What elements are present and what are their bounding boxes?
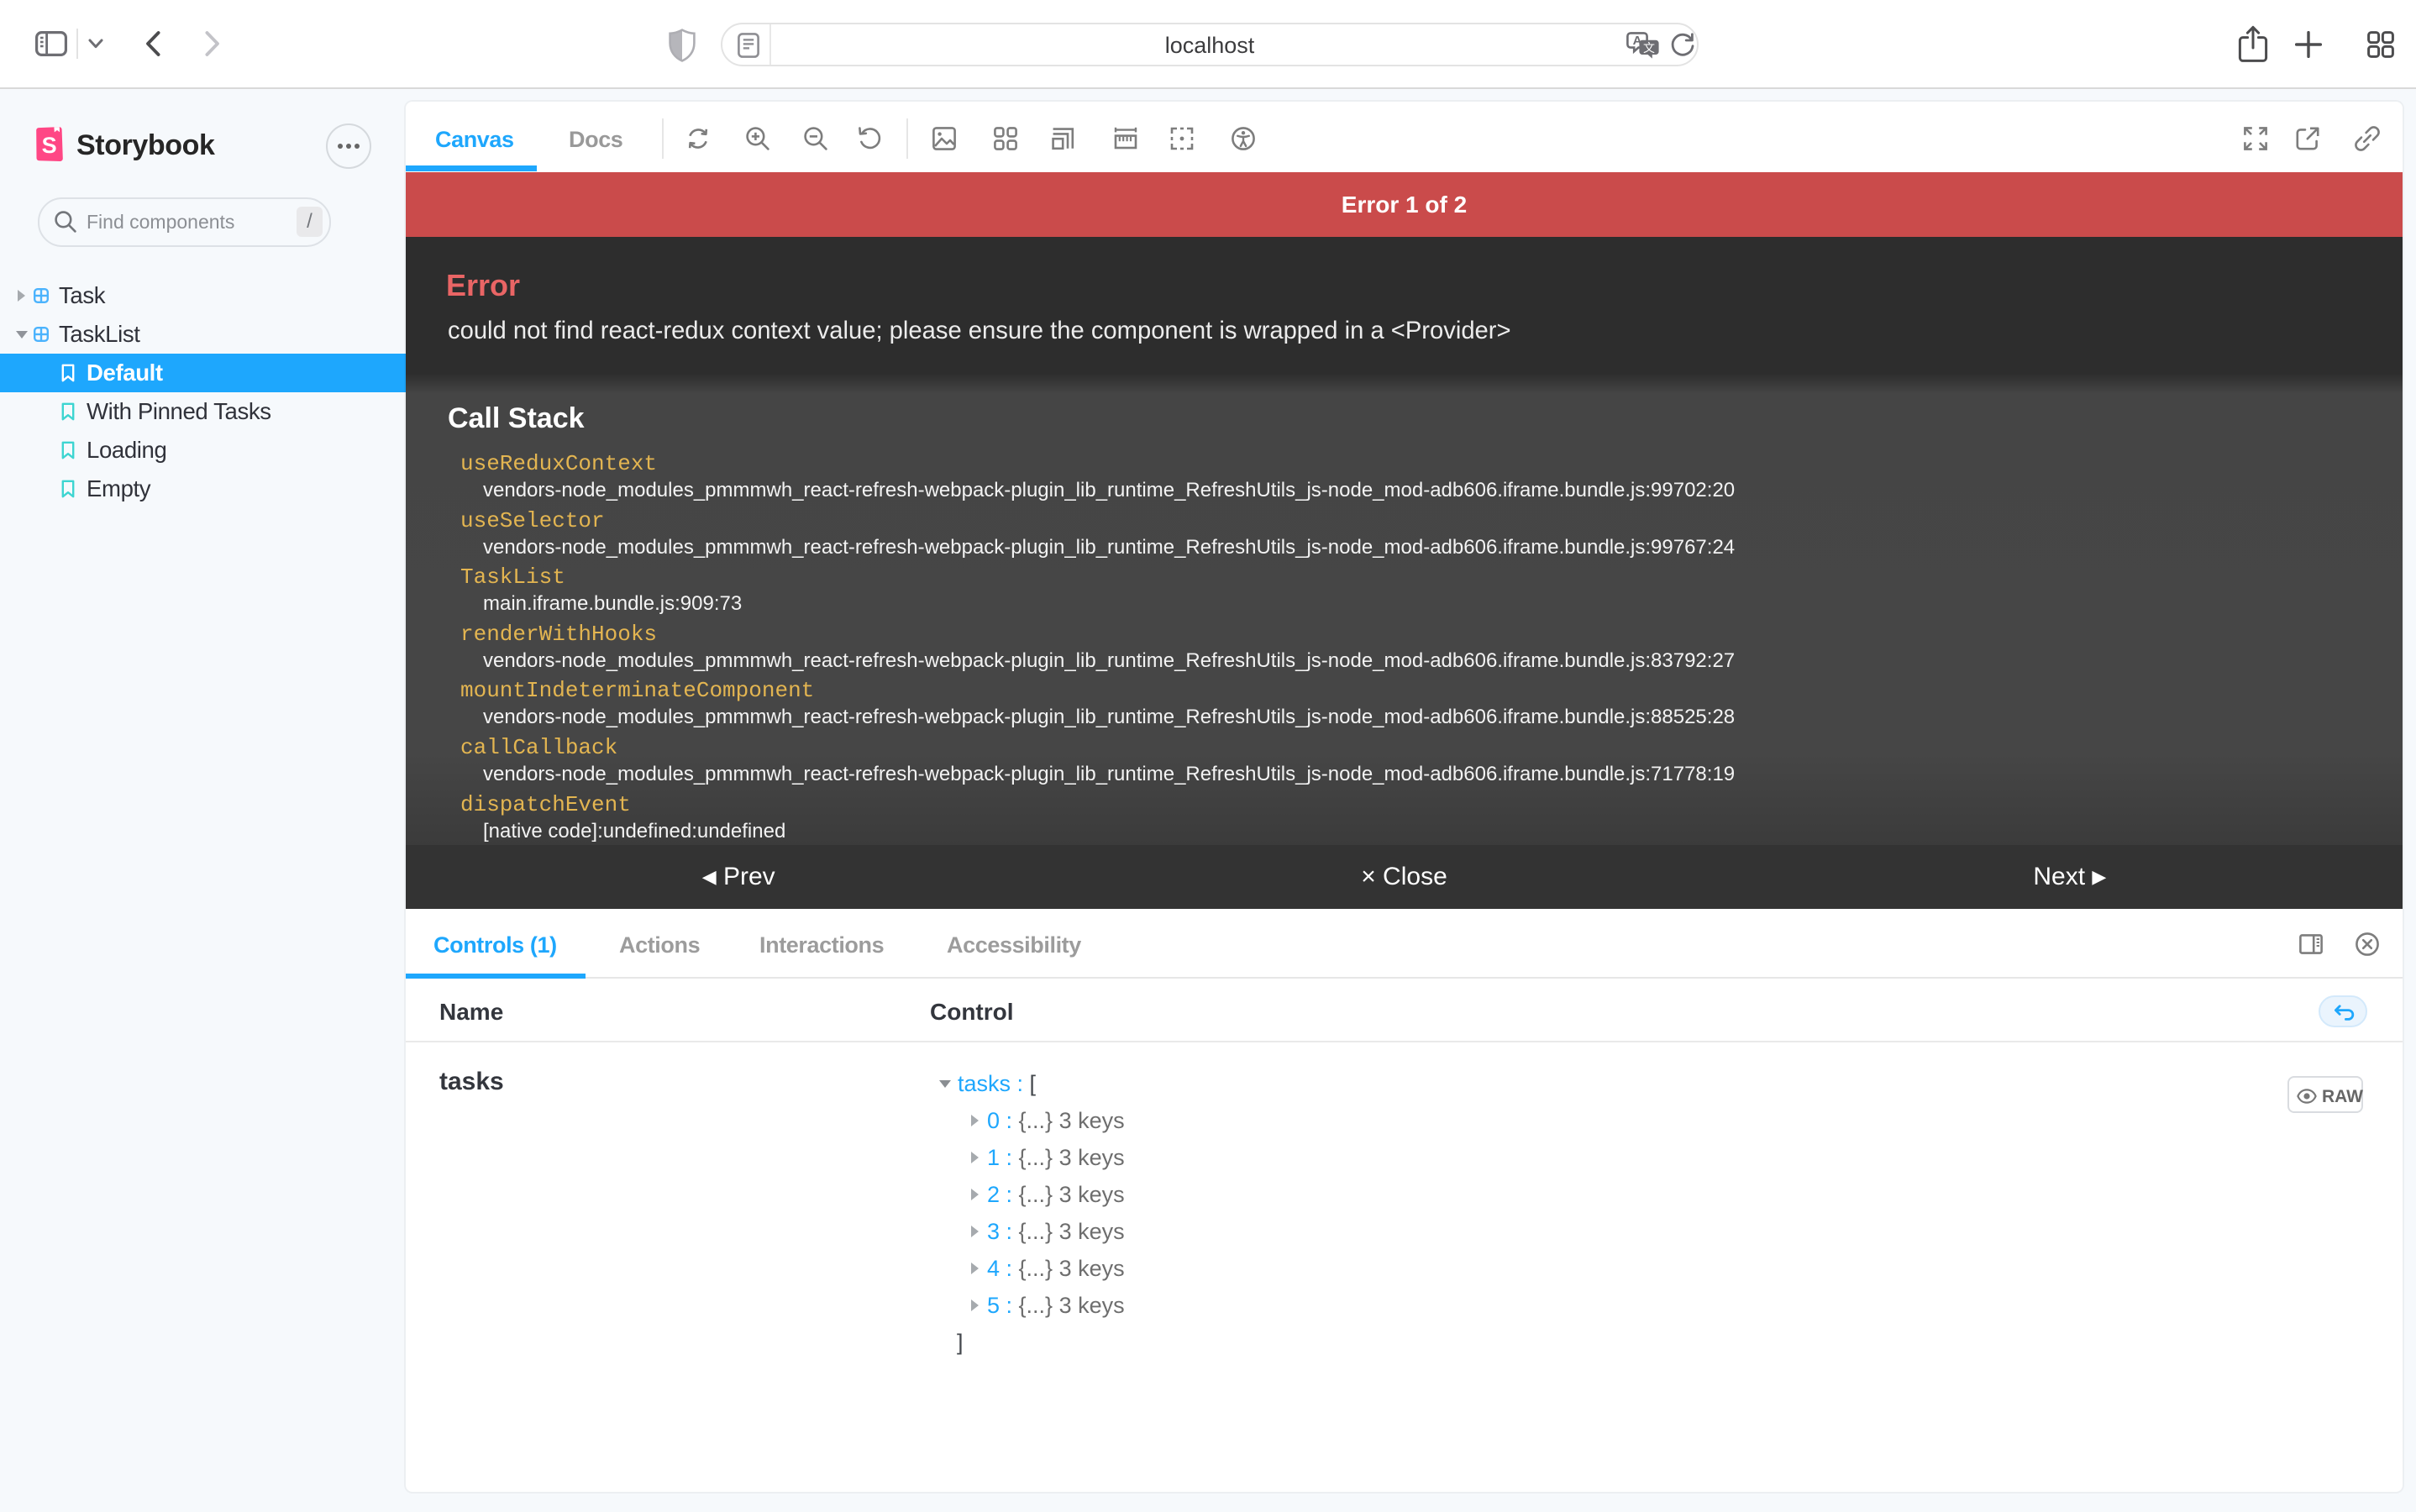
svg-text:S: S xyxy=(42,133,57,158)
svg-text:文: 文 xyxy=(1643,41,1655,55)
